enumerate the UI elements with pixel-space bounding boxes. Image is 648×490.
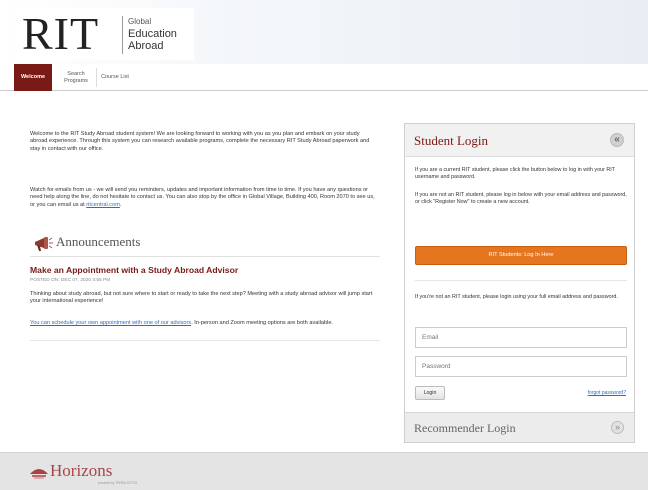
schedule-appointment-link[interactable]: You can schedule your own appointment wi… bbox=[30, 320, 191, 326]
non-rit-instructions: If you are not an RIT student, please lo… bbox=[415, 192, 627, 205]
announcement-body: Thinking about study abroad, but not sur… bbox=[30, 291, 373, 305]
collapse-icon[interactable]: « bbox=[610, 133, 624, 147]
login-button[interactable]: Login bbox=[415, 386, 445, 400]
rit-logo[interactable]: RIT Global Education Abroad bbox=[14, 8, 194, 60]
rit-sso-login-button[interactable]: RIT Students: Log In Here bbox=[415, 246, 627, 265]
logo-abroad-text: Abroad bbox=[128, 40, 164, 52]
welcome-contact-text: Watch for emails from us - we will send … bbox=[30, 187, 375, 208]
announcement-date: POSTED ON: DEC 07, 2020 4:55 PM bbox=[30, 278, 111, 283]
logo-divider bbox=[122, 16, 123, 54]
tab-course-list[interactable]: Course List bbox=[99, 64, 131, 91]
announcement-divider bbox=[30, 340, 380, 341]
tab-search-programs[interactable]: Search Programs bbox=[58, 64, 94, 91]
contact-text: Watch for emails from us - we will send … bbox=[30, 187, 375, 208]
password-field[interactable] bbox=[415, 356, 627, 377]
horizons-logo-text: Horizons bbox=[50, 461, 113, 480]
tab-course-list-label: Course List bbox=[101, 74, 129, 80]
horizons-logo-icon bbox=[30, 469, 48, 479]
student-login-header[interactable]: Student Login « bbox=[405, 124, 634, 157]
announcement-body-2-text: . In-person and Zoom meeting options are… bbox=[191, 320, 333, 326]
panel-divider bbox=[415, 280, 627, 281]
email-field[interactable] bbox=[415, 327, 627, 348]
tab-welcome-label: Welcome bbox=[20, 74, 46, 80]
announcements-heading: Announcements bbox=[56, 234, 141, 249]
forgot-password-link[interactable]: forgot password? bbox=[588, 390, 626, 397]
megaphone-icon bbox=[35, 237, 53, 251]
site-header: RIT Global Education Abroad bbox=[0, 0, 648, 64]
logo-rit-text: RIT bbox=[22, 8, 100, 59]
tab-separator bbox=[96, 68, 97, 87]
tab-welcome[interactable]: Welcome bbox=[14, 64, 52, 91]
expand-icon[interactable]: » bbox=[611, 421, 624, 434]
email-login-instructions: If you're not an RIT student, please log… bbox=[415, 294, 618, 300]
tab-search-programs-label: Search Programs bbox=[64, 70, 88, 84]
welcome-intro-text: Welcome to the RIT Study Abroad student … bbox=[30, 131, 370, 152]
announcement-body-2: You can schedule your own appointment wi… bbox=[30, 320, 378, 327]
rit-student-instructions: If you are a current RIT student, please… bbox=[415, 167, 615, 180]
powered-by-text: powered by TERRA DOTTA bbox=[98, 481, 138, 485]
announcement-title[interactable]: Make an Appointment with a Study Abroad … bbox=[30, 265, 238, 276]
recommender-login-title: Recommender Login bbox=[414, 421, 516, 435]
announcements-divider bbox=[30, 256, 380, 257]
logo-global-text: Global bbox=[128, 17, 152, 26]
main-nav: Welcome Search Programs Course List bbox=[0, 64, 648, 91]
student-login-title: Student Login bbox=[414, 133, 489, 148]
student-login-panel: Student Login « If you are a current RIT… bbox=[404, 123, 635, 443]
contact-email-link[interactable]: ritcentral.com bbox=[86, 202, 120, 208]
site-footer: Horizons powered by TERRA DOTTA bbox=[0, 452, 648, 490]
logo-education-text: Education bbox=[128, 28, 177, 40]
recommender-login-header[interactable]: Recommender Login » bbox=[405, 412, 634, 442]
